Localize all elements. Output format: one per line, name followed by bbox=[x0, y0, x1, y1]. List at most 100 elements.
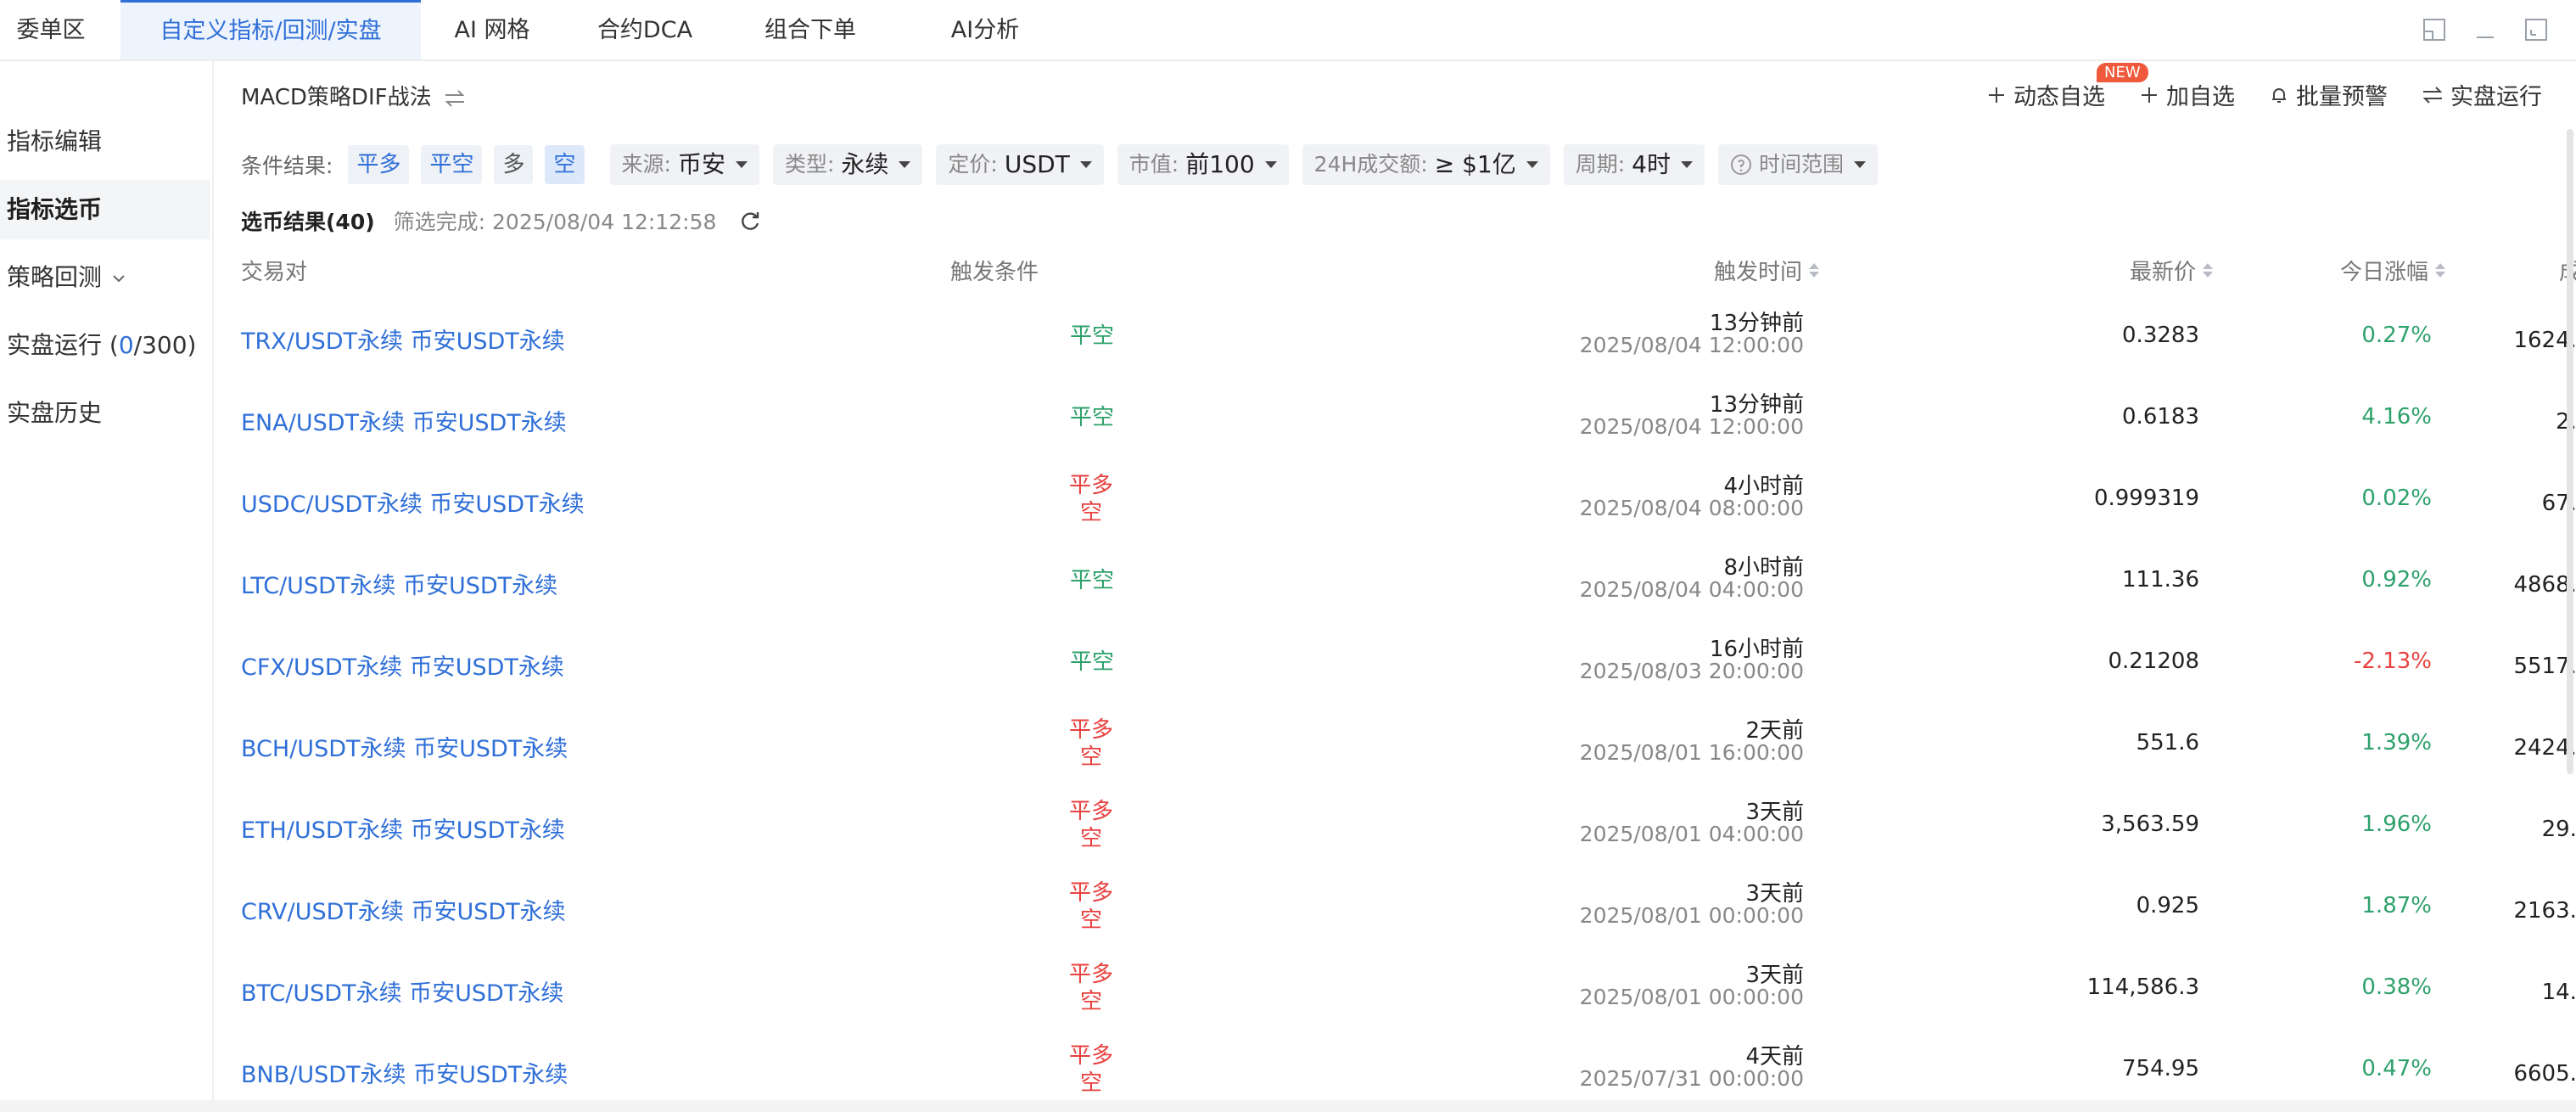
trigger-timestamp: 2025/08/03 20:00:00 bbox=[1579, 659, 1804, 683]
trigger-condition: 平空 bbox=[1069, 323, 1114, 349]
refresh-icon[interactable] bbox=[738, 209, 762, 233]
sort-icon bbox=[1809, 263, 1819, 278]
table-row[interactable]: ENA/USDT永续 币安USDT永续 平空 13分钟前 2025/08/04 12:… bbox=[214, 377, 2576, 458]
plus-icon bbox=[1989, 87, 2004, 103]
sidebar-item-live-history[interactable]: 实盘历史 bbox=[0, 384, 210, 443]
table-row[interactable]: BTC/USDT永续 币安USDT永续 平多空 3天前 2025/08/01 00:0… bbox=[214, 947, 2576, 1029]
trigger-timestamp: 2025/07/31 00:00:00 bbox=[1579, 1066, 1804, 1091]
market-cap-dropdown[interactable]: 市值: 前100 bbox=[1117, 144, 1289, 185]
daily-change: 0.38% bbox=[2361, 974, 2432, 1000]
header-trigger-time[interactable]: 触发时间 bbox=[1714, 255, 1819, 286]
caret-down-icon bbox=[735, 161, 748, 168]
caret-down-icon bbox=[899, 161, 911, 168]
period-dropdown[interactable]: 周期: 4时 bbox=[1563, 144, 1705, 185]
table-row[interactable]: BNB/USDT永续 币安USDT永续 平多空 4天前 2025/07/31 00:0… bbox=[214, 1029, 2576, 1110]
chip-long[interactable]: 多 bbox=[494, 145, 534, 184]
pair-link[interactable]: CFX/USDT永续 币安USDT永续 bbox=[241, 649, 564, 682]
source-dropdown[interactable]: 来源: 币安 bbox=[609, 144, 759, 185]
pair-link[interactable]: USDC/USDT永续 币安USDT永续 bbox=[241, 486, 585, 519]
table-row[interactable]: TRX/USDT永续 币安USDT永续 平空 13分钟前 2025/08/04 12:… bbox=[214, 295, 2576, 377]
table-row[interactable]: LTC/USDT永续 币安USDT永续 平空 8小时前 2025/08/04 04:0… bbox=[214, 540, 2576, 621]
trigger-condition: 平空 bbox=[1069, 405, 1114, 430]
add-watchlist-button[interactable]: 加自选 bbox=[2139, 78, 2235, 111]
pair-link[interactable]: CRV/USDT永续 币安USDT永续 bbox=[241, 893, 566, 926]
type-dropdown[interactable]: 类型: 永续 bbox=[772, 144, 923, 185]
sidebar: 指标编辑 指标选币 策略回测 实盘运行 (0/300) 实盘历史 bbox=[0, 61, 214, 1112]
action-bar: 动态自选 NEW 加自选 批量预警 实盘运行 bbox=[1986, 63, 2542, 111]
sidebar-item-live-run[interactable]: 实盘运行 (0/300) bbox=[0, 316, 210, 375]
header-pair: 交易对 bbox=[241, 260, 308, 285]
volume-24h-dropdown[interactable]: 24H成交额: ≥ $1亿 bbox=[1302, 144, 1550, 185]
table-row[interactable]: BCH/USDT永续 币安USDT永续 平多空 2天前 2025/08/01 16:0… bbox=[214, 703, 2576, 784]
caret-down-icon bbox=[1079, 161, 1092, 168]
top-nav: 委单区 自定义指标/回测/实盘 AI 网格 合约DCA 组合下单 AI分析 bbox=[0, 0, 2576, 61]
last-price: 0.999319 bbox=[2093, 486, 2199, 511]
scrollbar[interactable] bbox=[2562, 61, 2576, 1112]
strategy-selector[interactable]: MACD策略DIF战法 bbox=[241, 80, 466, 111]
batch-alert-button[interactable]: 批量预警 bbox=[2269, 78, 2388, 111]
dynamic-watchlist-button[interactable]: 动态自选 NEW bbox=[1986, 63, 2148, 111]
maximize-icon[interactable] bbox=[2522, 15, 2551, 44]
trigger-timestamp: 2025/08/04 12:00:00 bbox=[1579, 414, 1804, 439]
tab-order-area[interactable]: 委单区 bbox=[0, 0, 102, 59]
daily-change: 0.02% bbox=[2361, 486, 2432, 511]
pair-link[interactable]: BNB/USDT永续 币安USDT永续 bbox=[241, 1056, 568, 1089]
minimize-icon[interactable] bbox=[2471, 15, 2500, 44]
filter-bar: 条件结果: 平多 平空 多 空 来源: 币安 类型: 永续 定价: USDT 市值: 前… bbox=[241, 143, 1878, 187]
chip-close-short[interactable]: 平空 bbox=[421, 145, 483, 184]
table-row[interactable]: CRV/USDT永续 币安USDT永续 平多空 3天前 2025/08/01 00:0… bbox=[214, 866, 2576, 947]
chip-short[interactable]: 空 bbox=[545, 145, 585, 184]
plus-icon bbox=[2142, 87, 2157, 103]
trigger-timestamp: 2025/08/01 00:00:00 bbox=[1579, 903, 1804, 928]
tab-custom-indicator[interactable]: 自定义指标/回测/实盘 bbox=[120, 0, 421, 59]
table-row[interactable]: ETH/USDT永续 币安USDT永续 平多空 3天前 2025/08/01 04:0… bbox=[214, 784, 2576, 866]
tab-contract-dca[interactable]: 合约DCA bbox=[585, 0, 704, 59]
pair-link[interactable]: TRX/USDT永续 币安USDT永续 bbox=[241, 323, 565, 356]
tab-combo-order[interactable]: 组合下单 bbox=[747, 0, 874, 59]
bell-icon bbox=[2272, 87, 2286, 103]
pair-link[interactable]: ETH/USDT永续 币安USDT永续 bbox=[241, 812, 565, 845]
pair-link[interactable]: LTC/USDT永续 币安USDT永续 bbox=[241, 567, 557, 600]
tab-ai-grid[interactable]: AI 网格 bbox=[441, 0, 543, 59]
caret-down-icon bbox=[1680, 161, 1693, 168]
scrollbar-thumb[interactable] bbox=[2567, 129, 2573, 774]
live-run-button[interactable]: 实盘运行 bbox=[2422, 78, 2542, 111]
quote-dropdown[interactable]: 定价: USDT bbox=[936, 144, 1104, 185]
condition-result-label: 条件结果: bbox=[241, 154, 333, 178]
trigger-condition: 平空 bbox=[1069, 568, 1114, 593]
last-price: 114,586.3 bbox=[2086, 974, 2199, 1000]
sidebar-item-backtest[interactable]: 策略回测 bbox=[0, 248, 210, 307]
tab-ai-analysis[interactable]: AI分析 bbox=[933, 0, 1037, 59]
caret-down-icon bbox=[1526, 161, 1538, 168]
popout-icon[interactable] bbox=[2420, 15, 2449, 44]
time-range-dropdown[interactable]: 时间范围 bbox=[1717, 144, 1878, 185]
trigger-condition: 平多空 bbox=[1069, 717, 1114, 770]
sort-icon bbox=[2203, 263, 2213, 278]
header-price[interactable]: 最新价 bbox=[2130, 255, 2213, 286]
sidebar-item-indicator-edit[interactable]: 指标编辑 bbox=[0, 112, 210, 171]
result-summary: 选币结果(40) 筛选完成: 2025/08/04 12:12:58 bbox=[241, 205, 762, 236]
table-row[interactable]: USDC/USDT永续 币安USDT永续 平多空 4小时前 2025/08/04 08… bbox=[214, 458, 2576, 540]
trigger-condition: 平多空 bbox=[1069, 799, 1114, 851]
daily-change: -2.13% bbox=[2354, 649, 2432, 674]
pair-link[interactable]: BTC/USDT永续 币安USDT永续 bbox=[241, 974, 563, 1008]
sidebar-item-indicator-screen[interactable]: 指标选币 bbox=[0, 180, 210, 239]
trigger-timestamp: 2025/08/04 12:00:00 bbox=[1579, 333, 1804, 357]
add-watchlist-label: 加自选 bbox=[2166, 84, 2235, 110]
chip-close-long[interactable]: 平多 bbox=[348, 145, 410, 184]
table-row[interactable]: CFX/USDT永续 币安USDT永续 平空 16小时前 2025/08/03 20:… bbox=[214, 621, 2576, 703]
daily-change: 0.47% bbox=[2361, 1056, 2432, 1081]
live-run-label: 实盘运行 bbox=[2450, 84, 2542, 110]
header-change[interactable]: 今日涨幅 bbox=[2340, 255, 2445, 286]
caret-down-icon bbox=[1264, 161, 1277, 168]
result-count: 选币结果(40) bbox=[241, 210, 375, 234]
pair-link[interactable]: BCH/USDT永续 币安USDT永续 bbox=[241, 730, 568, 763]
last-price: 3,563.59 bbox=[2101, 812, 2199, 837]
trigger-condition: 平多空 bbox=[1069, 880, 1114, 933]
daily-change: 1.87% bbox=[2361, 893, 2432, 918]
pair-link[interactable]: ENA/USDT永续 币安USDT永续 bbox=[241, 404, 567, 437]
trigger-timestamp: 2025/08/01 04:00:00 bbox=[1579, 822, 1804, 846]
dynamic-watchlist-label: 动态自选 bbox=[2013, 84, 2105, 110]
swap-icon bbox=[445, 89, 465, 107]
caret-down-icon bbox=[1854, 161, 1866, 168]
